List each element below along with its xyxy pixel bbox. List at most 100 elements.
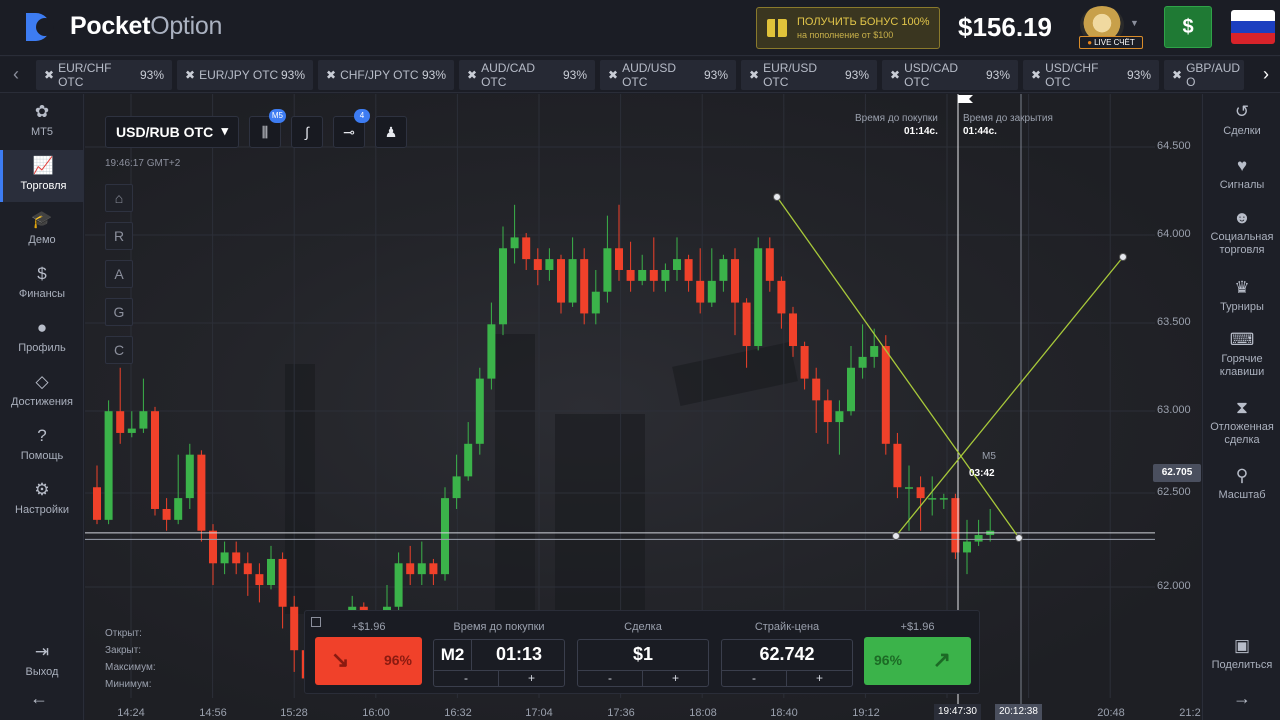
- indicators-icon: ⊸: [343, 124, 355, 140]
- right-sidebar-item-5[interactable]: ⧗ Отложенная сделка: [1203, 398, 1280, 447]
- chart-type-button[interactable]: ∫: [291, 116, 323, 148]
- amount-value[interactable]: $1: [578, 644, 708, 665]
- sidebar-item-4[interactable]: ● Профиль: [0, 312, 84, 364]
- candle-body: [638, 269, 647, 281]
- right-sidebar-item-2[interactable]: ☻ Социальная торговля: [1203, 208, 1280, 257]
- amount-minus-button[interactable]: -: [578, 670, 643, 686]
- down-profit: +$1.96: [351, 621, 386, 633]
- logout-icon: ⇥: [34, 642, 50, 661]
- amount-field[interactable]: $1 - +: [577, 639, 709, 687]
- asset-tab[interactable]: ✖ EUR/CHF OTC 93%: [36, 60, 172, 90]
- candle-body: [127, 428, 136, 433]
- asset-select[interactable]: USD/RUB OTC: [105, 116, 239, 148]
- right-sidebar-item-label: Отложенная сделка: [1210, 421, 1274, 446]
- chevron-right-icon[interactable]: ›: [1252, 57, 1280, 93]
- left-sidebar: ✿ MT5 📈 Торговля 🎓 Демо $ Финансы ● Профиль ◇ Дости…: [0, 94, 84, 720]
- indicators-button[interactable]: ⊸ 4: [333, 109, 370, 148]
- close-icon[interactable]: ✖: [1172, 68, 1182, 82]
- close-icon[interactable]: ✖: [185, 68, 195, 82]
- strike-plus-button[interactable]: +: [787, 670, 852, 686]
- sidebar-item-8[interactable]: ⇥ Выход: [0, 636, 84, 688]
- arrow-up-icon: ↗: [932, 647, 951, 672]
- asset-tab-payout: 93%: [562, 68, 587, 82]
- logo[interactable]: PocketOption: [26, 12, 222, 41]
- candle-body: [603, 248, 612, 292]
- candle-body: [893, 443, 902, 488]
- buy-timer-value: 01:14с.: [903, 126, 938, 137]
- sell-button[interactable]: ↘ 96%: [315, 637, 422, 685]
- close-icon[interactable]: ✖: [608, 68, 618, 82]
- sell-payout: 96%: [383, 652, 412, 668]
- candle-body: [649, 269, 658, 281]
- gift-tool-icon[interactable]: ⌂: [105, 184, 133, 212]
- time-mode[interactable]: M2: [434, 640, 472, 671]
- x-axis-tick: 16:32: [444, 707, 472, 719]
- arrow-right-icon[interactable]: →: [1233, 688, 1251, 709]
- candle-body: [673, 259, 681, 270]
- close-icon[interactable]: ✖: [44, 68, 54, 82]
- x-axis-tick: 16:00: [362, 707, 390, 719]
- x-axis-tick: 14:56: [199, 707, 227, 719]
- drawing-tools-button[interactable]: ♟: [375, 116, 407, 148]
- candle-body: [406, 563, 415, 575]
- close-icon[interactable]: ✖: [890, 68, 900, 82]
- close-icon[interactable]: ✖: [749, 68, 759, 82]
- right-sidebar-item-7[interactable]: ▣ Поделиться: [1203, 636, 1280, 672]
- candle-body: [545, 259, 554, 270]
- asset-tab-name: USD/CHF OTC: [1045, 61, 1099, 89]
- candle-body: [557, 259, 565, 303]
- sidebar-item-2[interactable]: 🎓 Демо: [0, 204, 84, 256]
- close-icon[interactable]: ✖: [326, 68, 336, 82]
- asset-tab[interactable]: ✖ AUD/CAD OTC 93%: [459, 60, 595, 90]
- sidebar-item-7[interactable]: ⚙ Настройки: [0, 474, 84, 526]
- candle-body: [696, 280, 705, 303]
- deposit-button[interactable]: $: [1164, 6, 1212, 48]
- sidebar-item-1[interactable]: 📈 Торговля: [0, 150, 84, 202]
- sidebar-item-3[interactable]: $ Финансы: [0, 258, 84, 310]
- mt5-icon: ✿: [34, 102, 50, 121]
- asset-tab[interactable]: ✖ USD/CAD OTC 93%: [882, 60, 1018, 90]
- right-sidebar-item-label: Горячие клавиши: [1219, 353, 1265, 378]
- indicators-badge: 4: [354, 109, 370, 123]
- sidebar-item-6[interactable]: ? Помощь: [0, 420, 84, 472]
- draw-tool-g[interactable]: G: [105, 298, 133, 326]
- strike-minus-button[interactable]: -: [722, 670, 787, 686]
- close-icon[interactable]: ✖: [467, 68, 477, 82]
- time-value[interactable]: 01:13: [472, 644, 566, 665]
- right-sidebar-item-3[interactable]: ♛ Турниры: [1203, 278, 1280, 314]
- timeframe-button[interactable]: ⫼ M5: [249, 109, 286, 148]
- chevron-left-icon[interactable]: ‹: [0, 57, 32, 93]
- asset-tab[interactable]: ✖ GBP/AUD O: [1164, 60, 1244, 90]
- time-minus-button[interactable]: -: [434, 670, 499, 686]
- close-icon[interactable]: ✖: [1031, 68, 1041, 82]
- buy-button[interactable]: 96% ↗: [864, 637, 971, 685]
- arrow-left-icon[interactable]: ←: [30, 688, 48, 709]
- bonus-button[interactable]: ПОЛУЧИТЬ БОНУС 100% на пополнение от $10…: [756, 7, 940, 49]
- timeframe-badge: M5: [268, 109, 286, 123]
- asset-tab-name: EUR/USD OTC: [763, 61, 818, 89]
- time-field[interactable]: M2 01:13 - +: [433, 639, 565, 687]
- draw-tool-r[interactable]: R: [105, 222, 133, 250]
- strike-value[interactable]: 62.742: [722, 644, 852, 665]
- close-timer: Время до закрытия 01:44с.: [963, 112, 1053, 138]
- asset-tab[interactable]: ✖ EUR/USD OTC 93%: [741, 60, 877, 90]
- sidebar-item-0[interactable]: ✿ MT5: [0, 96, 84, 148]
- right-sidebar-item-6[interactable]: ⚲ Масштаб: [1203, 466, 1280, 502]
- amount-plus-button[interactable]: +: [643, 670, 708, 686]
- chevron-down-icon[interactable]: ▼: [1130, 18, 1139, 28]
- sidebar-item-5[interactable]: ◇ Достижения: [0, 366, 84, 418]
- expiry-time-tag: 20:12:38: [995, 704, 1042, 720]
- draw-tool-a[interactable]: A: [105, 260, 133, 288]
- right-sidebar-item-1[interactable]: ♥ Сигналы: [1203, 156, 1280, 192]
- right-sidebar-item-4[interactable]: ⌨ Горячие клавиши: [1203, 330, 1280, 379]
- strike-field[interactable]: 62.742 - +: [721, 639, 853, 687]
- asset-tab[interactable]: ✖ AUD/USD OTC 93%: [600, 60, 736, 90]
- asset-tab[interactable]: ✖ USD/CHF OTC 93%: [1023, 60, 1159, 90]
- draw-tool-c[interactable]: C: [105, 336, 133, 364]
- asset-tab[interactable]: ✖ CHF/JPY OTC 93%: [318, 60, 454, 90]
- language-flag-icon[interactable]: [1231, 10, 1275, 44]
- right-sidebar-item-0[interactable]: ↺ Сделки: [1203, 102, 1280, 138]
- candle-body: [963, 541, 971, 553]
- asset-tab[interactable]: ✖ EUR/JPY OTC 93%: [177, 60, 313, 90]
- time-plus-button[interactable]: +: [499, 670, 564, 686]
